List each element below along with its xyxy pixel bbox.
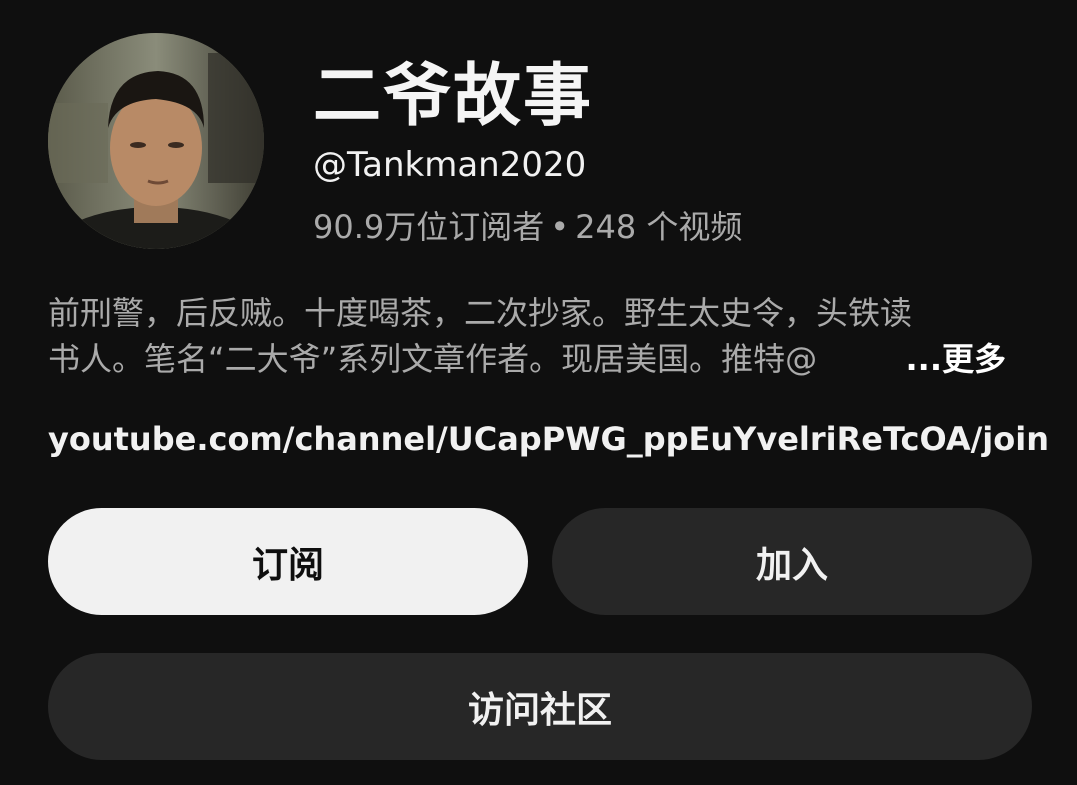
channel-name: 二爷故事 [313,57,594,136]
join-label: 加入 [755,544,828,586]
avatar-photo [48,33,264,249]
subscriber-count: 90.9万位订阅者 [313,208,545,246]
description-line: 前刑警，后反贼。十度喝茶，二次抄家。野生太史令，头铁读 [48,294,913,332]
subscribe-button[interactable]: 订阅 [48,508,528,615]
visit-community-button[interactable]: 访问社区 [48,653,1032,760]
channel-stats: 90.9万位订阅者 • 248 个视频 [313,202,742,248]
subscribe-label: 订阅 [251,544,324,586]
channel-description[interactable]: 前刑警，后反贼。十度喝茶，二次抄家。野生太史令，头铁读 书人。笔名“二大爷”系列… [48,290,1028,382]
channel-avatar[interactable] [48,33,264,249]
description-text: 书人。笔名“二大爷”系列文章作者。现居美国。推特@ [48,340,818,378]
channel-link[interactable]: youtube.com/channel/UCapPWG_ppEuYvelriRe… [48,420,1049,458]
channel-handle: @Tankman2020 [313,145,587,185]
stats-separator: • [550,208,570,246]
video-count: 248 个视频 [575,208,743,246]
community-label: 访问社区 [467,689,612,731]
join-button[interactable]: 加入 [552,508,1032,615]
more-link[interactable]: ...更多 [901,336,1006,382]
description-line: 书人。笔名“二大爷”系列文章作者。现居美国。推特@ ...更多 [48,336,1028,382]
